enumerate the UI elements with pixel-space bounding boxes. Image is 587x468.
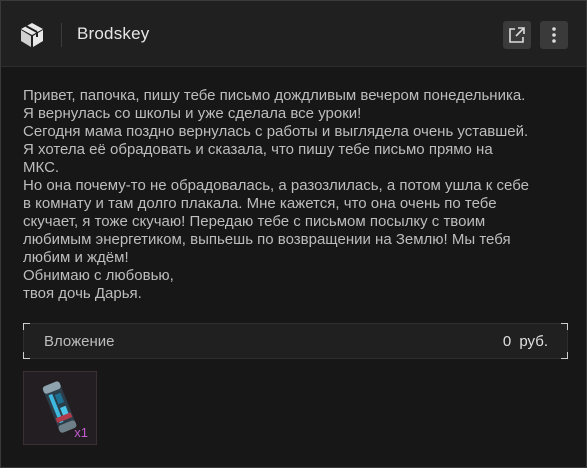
message-line: любим и ждём! <box>23 249 129 266</box>
corner-bracket <box>561 323 568 330</box>
attachment-item-slot[interactable]: x1 <box>23 371 97 445</box>
attachment-label: Вложение <box>44 333 115 350</box>
message-line: МКС. <box>23 159 60 176</box>
cube-logo-icon <box>18 21 46 49</box>
corner-bracket <box>561 352 568 359</box>
item-count: x1 <box>74 425 88 440</box>
message-line: Обнимаю с любовью, <box>23 267 174 284</box>
open-external-button[interactable] <box>503 21 531 49</box>
message-line: скучает, я тоже скучаю! Передаю тебе с п… <box>23 213 486 230</box>
message-line: Я хотела её обрадовать и сказала, что пи… <box>23 141 493 158</box>
message-body: Привет, папочка, пишу тебе письмо дождли… <box>23 87 571 303</box>
message-line: Я вернулась со школы и уже сделала все у… <box>23 105 362 122</box>
corner-bracket <box>23 323 30 330</box>
message-line: Но она почему-то не обрадовалась, а разо… <box>23 177 529 194</box>
message-line: в комнату и там долго плакала. Мне кажет… <box>23 195 497 212</box>
header: Brodskey <box>1 1 586 67</box>
sender-name: Brodskey <box>77 24 150 43</box>
message-line: твоя дочь Дарья. <box>23 285 142 302</box>
attachment-bar: Вложение 0 руб. <box>23 323 568 359</box>
mail-window: Brodskey Привет, папочка, пишу тебе пись… <box>0 0 587 468</box>
attachment-price: 0 руб. <box>502 333 548 350</box>
corner-bracket <box>23 352 30 359</box>
message-line: Сегодня мама поздно вернулась с работы и… <box>23 123 529 140</box>
message-line: любимым энергетиком, выпьешь по возвраще… <box>23 231 511 248</box>
message-line: Привет, папочка, пишу тебе письмо дождли… <box>23 87 526 104</box>
header-divider <box>61 23 62 47</box>
more-options-button[interactable] <box>540 21 568 49</box>
